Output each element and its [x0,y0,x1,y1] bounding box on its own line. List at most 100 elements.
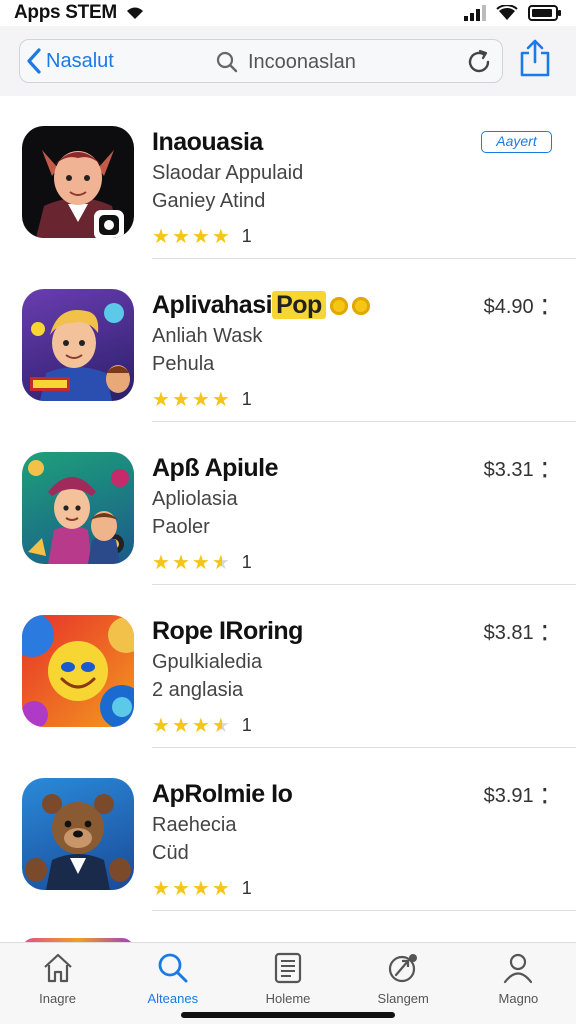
star-icon: ★ [211,877,230,900]
star-icon: ★ [152,714,170,737]
list-item[interactable]: Apß Apiule Apliolasia Paoler ★ ★ ★ ★ 1 $3.3… [0,422,576,585]
app-name[interactable]: Apß Apiule [152,454,279,483]
list-item[interactable]: Aplivahasi Pop Anliah Wask Pehula ★ ★ ★ ★ 1 … [0,259,576,422]
star-rating: ★ ★ ★ ★ 1 [152,389,252,410]
star-icon: ★ [171,877,190,900]
price-button[interactable]: $3.31 ⁚ [484,458,548,483]
app-subtitle: Slaodar Appulaid [152,162,304,184]
list-item[interactable]: Inaouasia Slaodar Appulaid Ganiey Atind … [0,96,576,259]
tab-profile[interactable]: Magno [461,943,576,1024]
status-title: Apps STEM [14,2,117,23]
wifi-icon [126,7,143,19]
app-name[interactable]: ApRolmie Io [152,780,293,809]
app-category: Paoler [152,516,210,538]
star-icon: ★ [211,225,230,248]
rating-count: 1 [241,226,252,246]
star-rating: ★ ★ ★ ★ 1 [152,552,252,573]
tab-label: Magno [498,991,539,1006]
list-icon [274,952,302,984]
more-icon[interactable]: ⁚ [542,458,548,483]
app-category: Pehula [152,353,215,375]
star-icon: ★ [152,225,170,248]
rating-count: 1 [241,552,252,572]
app-category: Ganiey Atind [152,190,266,212]
more-icon[interactable]: ⁚ [542,621,548,646]
star-rating: ★ ★ ★ ★ 1 [152,878,252,899]
search-field[interactable]: Incoonaslan [216,40,356,84]
reload-icon[interactable] [464,47,494,77]
nav-bar: Nasalut Incoonaslan [0,26,576,96]
more-icon[interactable]: ⁚ [542,295,548,320]
app-name[interactable]: Inaouasia [152,128,263,157]
house-icon [43,953,72,983]
app-list: Inaouasia Slaodar Appulaid Ganiey Atind … [0,96,576,911]
app-name[interactable]: Aplivahasi Pop [152,291,370,320]
coin-icon [351,297,370,316]
star-icon: ★ [171,225,190,248]
star-icon: ★ [152,877,170,900]
list-item[interactable]: Rope IRoring Gpulkialedia 2 anglasia ★ ★ ★… [0,585,576,748]
price-button[interactable]: $3.81 ⁚ [484,621,548,646]
app-subtitle: Gpulkialedia [152,651,263,673]
star-icon: ★ [152,551,170,574]
bear-character-icon[interactable] [22,778,134,890]
price-button[interactable]: $3.91 ⁚ [484,784,548,809]
home-indicator[interactable] [181,1012,395,1018]
app-name[interactable]: Rope IRoring [152,617,303,646]
list-item[interactable]: ApRolmie Io Raehecia Cüd ★ ★ ★ ★ 1 $3.91 ⁚ [0,748,576,911]
price-button[interactable]: $4.90 ⁚ [484,295,548,320]
rocket-icon [389,954,418,983]
star-rating: ★ ★ ★ ★ 1 [152,226,252,247]
star-icon: ★ [152,388,170,411]
app-subtitle: Raehecia [152,814,237,836]
tab-label: Inagre [39,991,77,1006]
smiley-bubble-icon[interactable] [22,615,134,727]
share-icon[interactable] [518,38,552,78]
back-button[interactable]: Nasalut [26,48,114,74]
person-icon [504,953,533,984]
price-label: $3.31 [483,459,534,481]
star-icon: ★ [211,388,230,411]
price-label: $4.90 [483,296,534,318]
star-half-icon: ★ [211,551,230,574]
star-icon: ★ [191,877,210,900]
price-label: $3.91 [483,785,534,807]
rating-count: 1 [241,715,252,735]
rating-count: 1 [241,878,252,898]
address-bar[interactable]: Nasalut Incoonaslan [19,39,503,83]
chevron-left-icon [27,48,41,74]
star-rating: ★ ★ ★ ★ 1 [152,715,252,736]
star-icon: ★ [171,388,190,411]
tab-label: Holeme [265,991,311,1006]
boy-character-icon[interactable] [22,289,134,401]
price-label: $3.81 [483,622,534,644]
star-icon: ★ [191,714,210,737]
status-right [464,5,562,21]
star-icon: ★ [191,551,210,574]
divider [152,910,576,911]
wifi-icon [496,5,518,21]
back-label: Nasalut [46,49,114,72]
search-icon [216,51,238,73]
pop-badge: Pop [272,291,326,319]
app-subtitle: Anliah Wask [152,325,263,347]
star-icon: ★ [171,551,190,574]
signal-icon [464,5,486,21]
search-icon [158,953,188,983]
star-icon: ★ [191,388,210,411]
star-icon: ★ [191,225,210,248]
app-category: Cüd [152,842,189,864]
battery-icon [528,5,561,21]
rating-count: 1 [241,389,252,409]
tab-label: Alteanes [147,991,199,1006]
pirate-characters-icon[interactable] [22,452,134,564]
status-left: Apps STEM [14,2,145,24]
tab-home[interactable]: Inagre [0,943,115,1024]
search-text: Incoonaslan [248,50,356,73]
app-subtitle: Apliolasia [152,488,238,510]
app-category: 2 anglasia [152,679,244,701]
more-icon[interactable]: ⁚ [542,784,548,809]
get-button[interactable]: Aayert [481,131,552,153]
coin-icon [329,297,348,316]
elf-character-icon[interactable] [22,126,134,238]
